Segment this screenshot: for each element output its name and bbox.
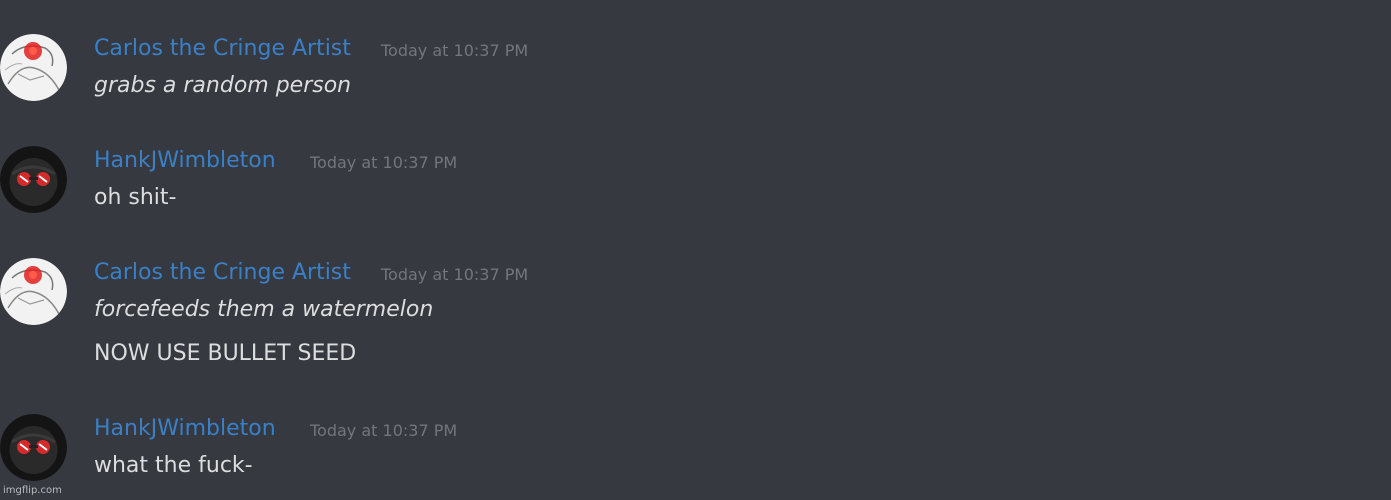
timestamp: Today at 10:37 PM [310, 153, 458, 172]
sketch-character-red-eye-avatar-icon [0, 34, 67, 101]
avatar-carlos[interactable] [0, 34, 67, 101]
avatar-carlos[interactable] [0, 258, 67, 325]
dark-character-red-goggles-avatar-icon [0, 414, 67, 481]
imgflip-watermark: imgflip.com [3, 485, 62, 496]
message-text: forcefeeds them a watermelon [94, 297, 434, 322]
sketch-character-red-eye-avatar-icon [0, 258, 67, 325]
dark-character-red-goggles-avatar-icon [0, 146, 67, 213]
message-text: oh shit- [94, 185, 177, 210]
timestamp: Today at 10:37 PM [381, 265, 529, 284]
message-text: what the fuck- [94, 453, 253, 478]
username[interactable]: Carlos the Cringe Artist [94, 34, 351, 64]
message-text: NOW USE BULLET SEED [94, 341, 357, 366]
chat-message-list: Carlos the Cringe Artist Today at 10:37 … [0, 0, 1391, 500]
username[interactable]: HankJWimbleton [94, 146, 276, 176]
username[interactable]: HankJWimbleton [94, 414, 276, 444]
timestamp: Today at 10:37 PM [310, 421, 458, 440]
timestamp: Today at 10:37 PM [381, 41, 529, 60]
avatar-hank[interactable] [0, 414, 67, 481]
avatar-hank[interactable] [0, 146, 67, 213]
message-text: grabs a random person [94, 73, 352, 98]
username[interactable]: Carlos the Cringe Artist [94, 258, 351, 288]
